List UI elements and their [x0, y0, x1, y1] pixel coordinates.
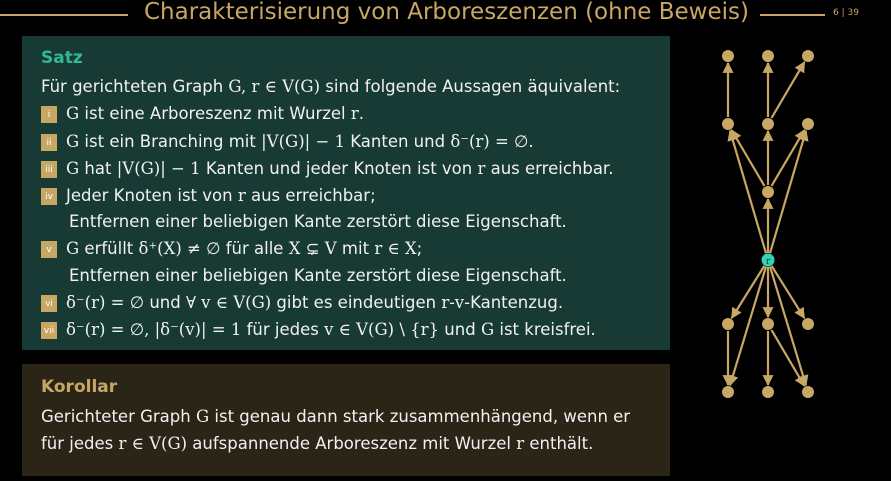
graph-node — [802, 50, 814, 62]
graph-node — [722, 50, 734, 62]
badge-i: i — [41, 106, 57, 123]
graph-node — [722, 318, 734, 330]
graph-edge — [730, 129, 766, 187]
graph-node — [802, 318, 814, 330]
badge-vii: vii — [41, 322, 57, 339]
badge-ii: ii — [41, 134, 57, 151]
statement-ii: ii G ist ein Branching mit |V(G)| − 1 Kan… — [41, 132, 534, 151]
graph-edge — [768, 129, 809, 254]
statement-i: iG ist eine Arboreszenz mit Wurzel r. — [41, 104, 364, 123]
badge-vi: vi — [41, 295, 57, 312]
graph-node — [762, 386, 774, 398]
korollar-heading: Korollar — [41, 377, 118, 397]
arborescence-graph: r — [722, 50, 814, 398]
statement-iv-cont: Entfernen einer beliebigen Kante zerstör… — [69, 212, 567, 231]
graph-node — [802, 118, 814, 130]
graph-edge — [727, 266, 768, 387]
graph-node — [762, 118, 774, 130]
korollar-block: Korollar Gerichteter Graph G ist genau d… — [22, 364, 670, 476]
page-number: 6 | 39 — [833, 8, 859, 18]
graph-edge — [770, 129, 806, 187]
statement-v: vG erfüllt δ⁺(X) ≠ ∅ für alle X ⊊ V mit … — [41, 239, 422, 258]
title-rule-left — [0, 14, 128, 16]
satz-heading: Satz — [41, 48, 83, 68]
satz-intro: Für gerichteten Graph G, r ∈ V(G) sind f… — [41, 77, 621, 96]
satz-block: Satz Für gerichteten Graph G, r ∈ V(G) s… — [22, 36, 670, 350]
statement-v-cont: Entfernen einer beliebigen Kante zerstör… — [69, 266, 567, 285]
statement-vi: vi δ⁻(r) = ∅ und ∀ v ∈ V(G) gibt es einde… — [41, 293, 563, 312]
graph-node — [762, 50, 774, 62]
graph-node — [762, 186, 774, 198]
graph-edges — [722, 61, 809, 387]
graph-node — [762, 318, 774, 330]
korollar-line-1: Gerichteter Graph G ist genau dann stark… — [41, 407, 631, 426]
badge-iii: iii — [41, 161, 57, 178]
root-label: r — [766, 257, 771, 267]
statement-iv: iv Jeder Knoten ist von r aus erreichbar; — [41, 186, 376, 205]
graph-edge — [770, 329, 806, 387]
graph-edge — [727, 129, 768, 254]
graph-edge — [770, 61, 806, 119]
korollar-line-2: für jedes r ∈ V(G) aufspannende Arboresz… — [41, 434, 594, 453]
badge-iv: iv — [41, 188, 57, 205]
statement-vii: vii δ⁻(r) = ∅, |δ⁻(v)| = 1 für jedes v ∈ … — [41, 320, 596, 339]
graph-edge — [768, 266, 809, 387]
graph-node — [722, 386, 734, 398]
statement-iii: iii G hat |V(G)| − 1 Kanten und jeder Kno… — [41, 159, 613, 178]
graph-node — [722, 118, 734, 130]
slide-title-bar: Charakterisierung von Arboreszenzen (ohn… — [0, 0, 891, 30]
title-rule-right — [760, 14, 825, 16]
graph-node — [802, 386, 814, 398]
badge-v: v — [41, 241, 57, 258]
slide-title: Charakterisierung von Arboreszenzen (ohn… — [144, 0, 749, 25]
